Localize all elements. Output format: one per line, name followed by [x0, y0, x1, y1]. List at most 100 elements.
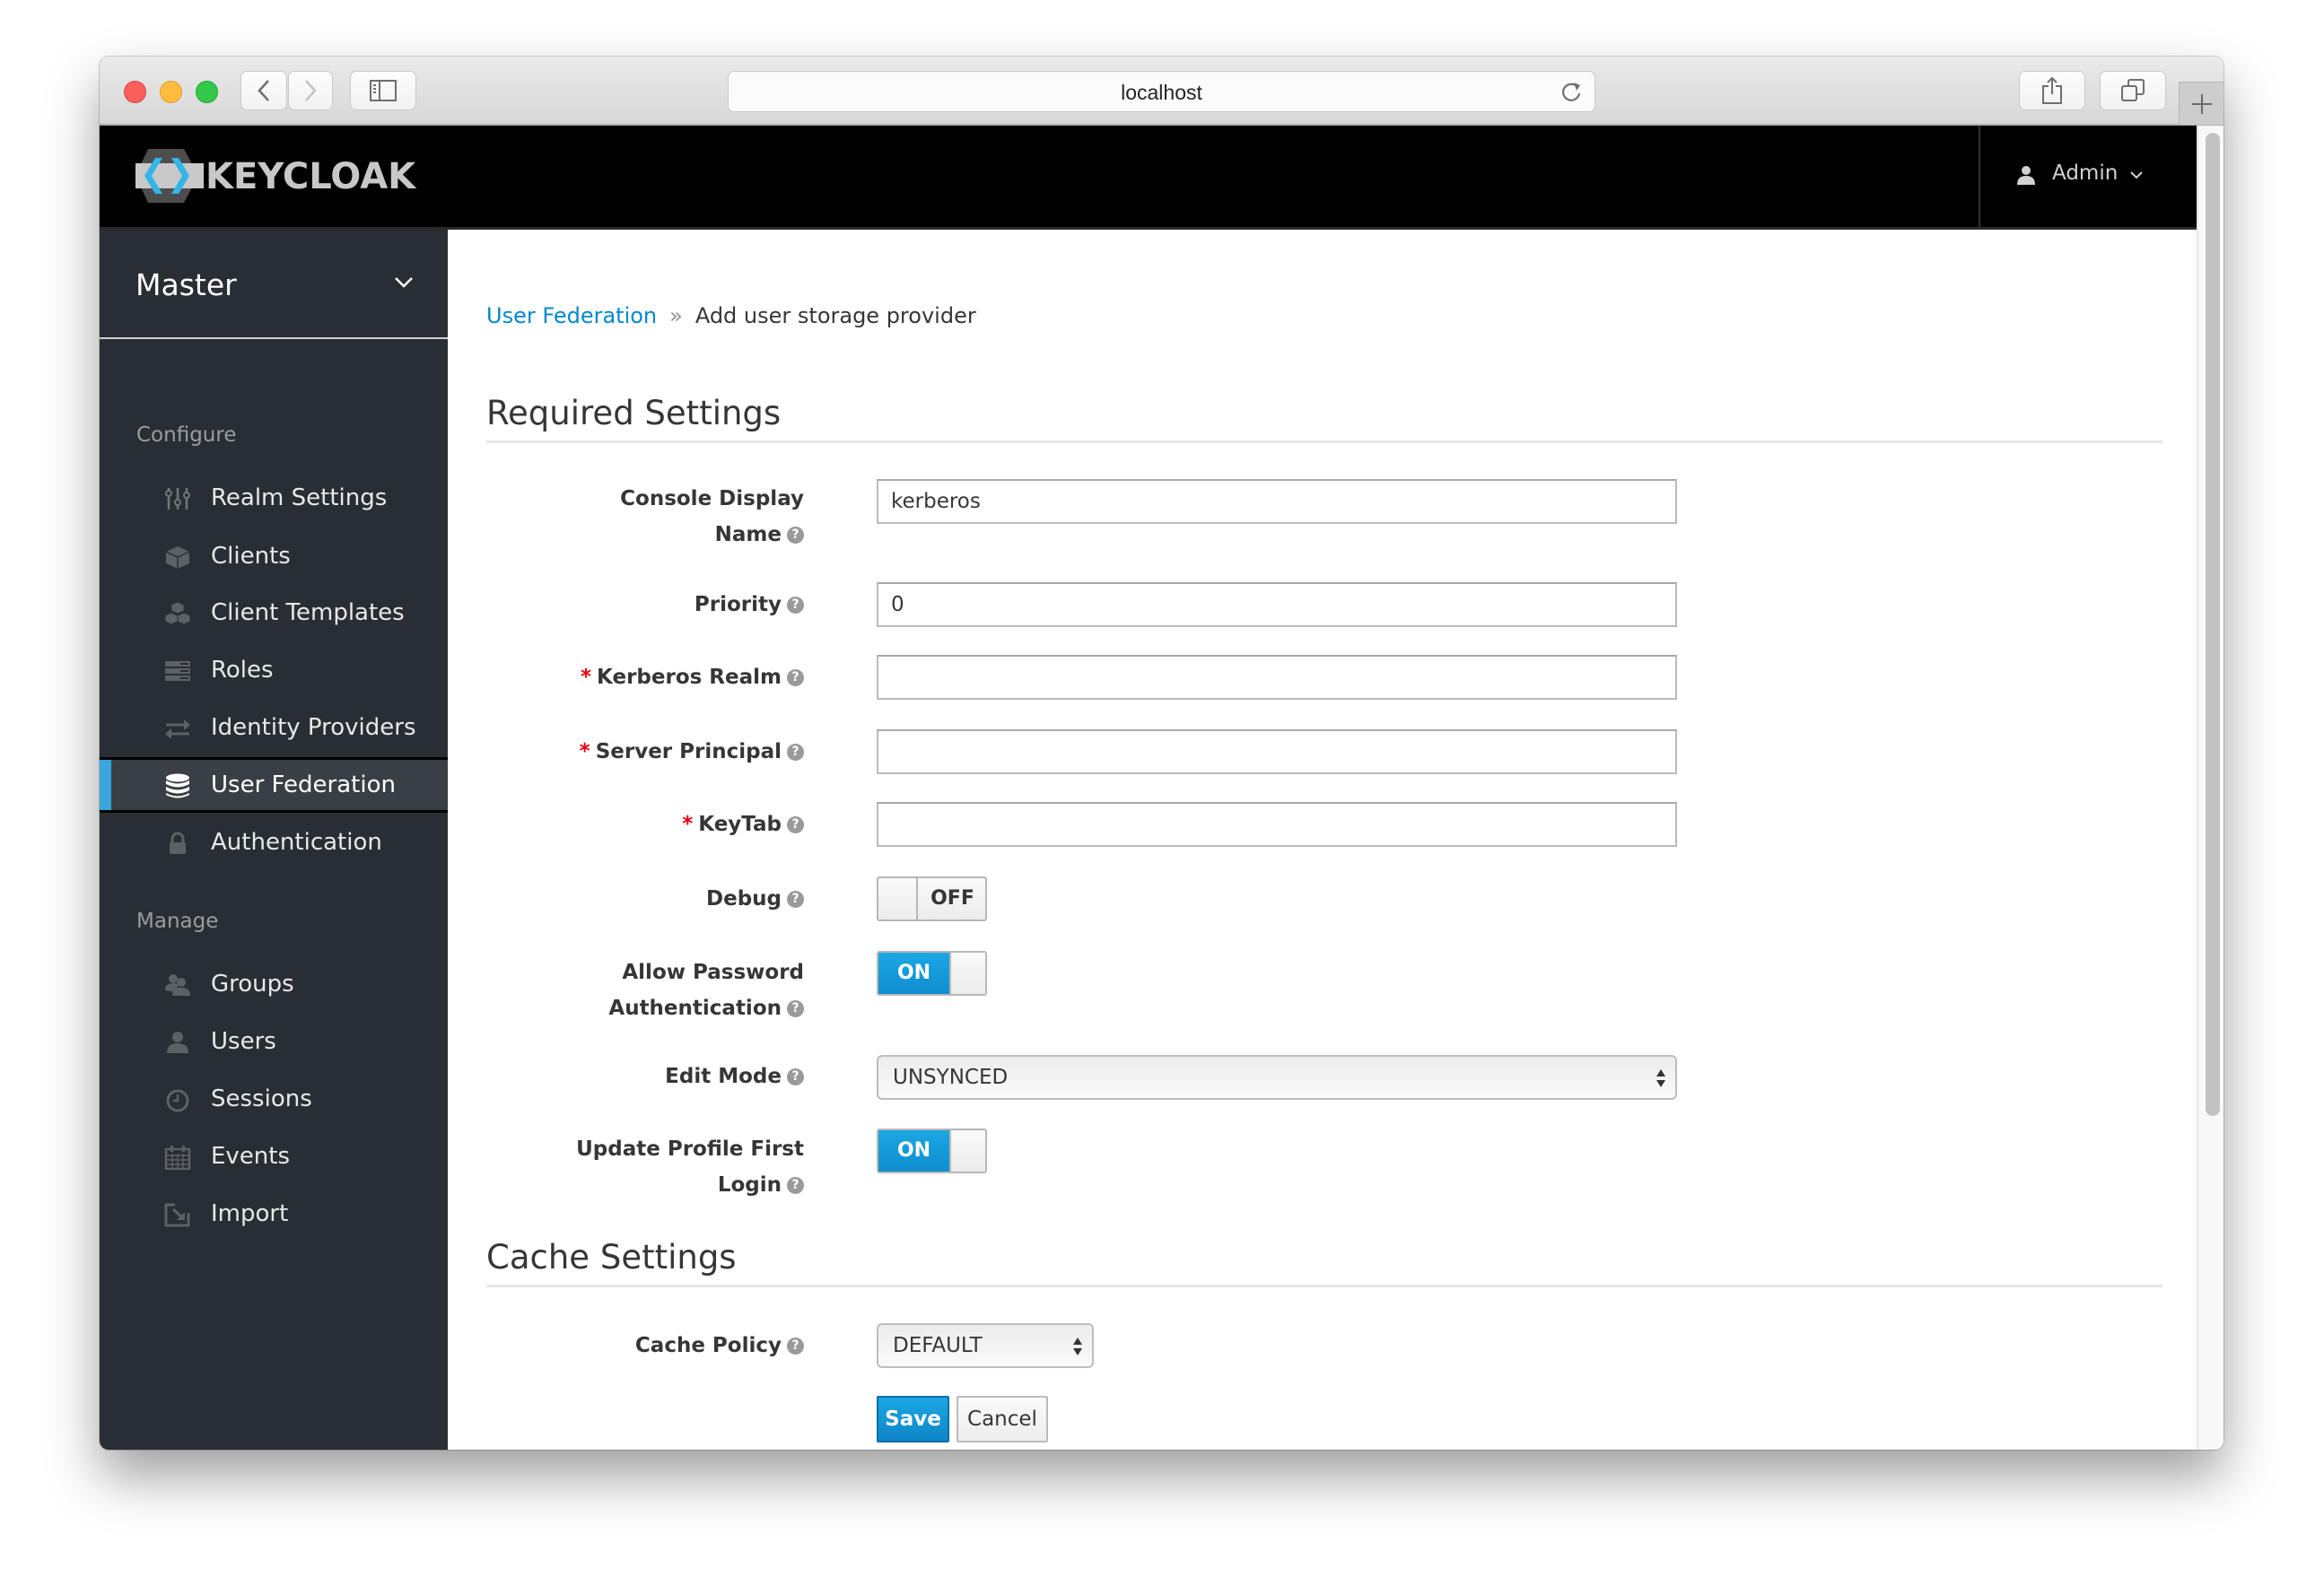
sidebar-item-label: Sessions — [211, 1085, 312, 1112]
sidebar-item-label: Users — [211, 1028, 276, 1055]
toggle-handle — [949, 953, 985, 994]
help-icon[interactable]: ? — [787, 816, 804, 833]
sidebar-item-users[interactable]: Users — [100, 1014, 448, 1069]
sidebar-item-realm-settings[interactable]: Realm Settings — [100, 470, 448, 526]
browser-window: localhost KEYCLOAK Admin Master Configur… — [100, 57, 2224, 1450]
sidebar-toggle-button[interactable] — [350, 71, 416, 110]
required-marker: * — [579, 740, 590, 763]
allow-password-auth-toggle[interactable]: ON — [877, 951, 987, 996]
back-icon — [258, 80, 269, 101]
sidebar-item-label: Events — [211, 1143, 291, 1170]
edit-mode-label: Edit Mode? — [448, 1059, 804, 1094]
chevron-down-icon — [2130, 171, 2143, 179]
scrollbar-thumb[interactable] — [2206, 133, 2220, 1116]
user-menu[interactable]: Admin — [1979, 126, 2198, 227]
kerberos-realm-label: * Kerberos Realm? — [448, 659, 804, 695]
new-tab-button[interactable] — [2179, 82, 2224, 125]
label-text: Debug — [706, 887, 782, 911]
address-bar[interactable]: localhost — [728, 71, 1595, 112]
sidebar-item-groups[interactable]: Groups — [100, 956, 448, 1012]
sidebar-item-clients[interactable]: Clients — [100, 528, 448, 584]
forward-button[interactable] — [288, 71, 333, 110]
keycloak-logo[interactable]: KEYCLOAK — [135, 149, 415, 203]
label-line: Login — [717, 1173, 782, 1197]
debug-toggle[interactable]: OFF — [877, 876, 987, 921]
help-icon[interactable]: ? — [787, 891, 804, 908]
sidebar: Master Configure Realm Settings Clients … — [100, 230, 448, 1450]
show-tabs-button[interactable] — [2100, 71, 2166, 110]
sidebar-item-label: Authentication — [211, 829, 382, 856]
sidebar-item-authentication[interactable]: Authentication — [100, 815, 448, 870]
label-line: Authentication — [608, 997, 782, 1020]
cancel-button[interactable]: Cancel — [957, 1396, 1048, 1442]
share-button[interactable] — [2019, 71, 2085, 110]
update-profile-first-login-toggle[interactable]: ON — [877, 1129, 987, 1173]
select-value: UNSYNCED — [893, 1066, 1009, 1089]
help-icon[interactable]: ? — [787, 527, 804, 544]
sidebar-item-label: Groups — [211, 971, 294, 998]
required-marker: * — [682, 813, 694, 836]
brand-name: KEYCLOAK — [205, 156, 416, 197]
sidebar-item-user-federation[interactable]: User Federation — [100, 757, 448, 813]
sidebar-item-import[interactable]: Import — [100, 1186, 448, 1242]
app-header: KEYCLOAK Admin — [100, 126, 2197, 230]
label-line: Update Profile First — [576, 1137, 804, 1161]
back-button[interactable] — [240, 71, 287, 110]
debug-label: Debug? — [448, 881, 804, 917]
label-line: Console Display — [620, 487, 804, 510]
cache-policy-select[interactable]: DEFAULT — [877, 1323, 1094, 1368]
share-icon — [2042, 76, 2062, 104]
sidebar-item-client-templates[interactable]: Client Templates — [100, 585, 448, 641]
breadcrumb-current: Add user storage provider — [695, 303, 976, 328]
select-arrows-icon — [1073, 1338, 1082, 1355]
edit-mode-select[interactable]: UNSYNCED — [877, 1055, 1677, 1100]
server-principal-input[interactable] — [877, 729, 1677, 774]
keytab-input[interactable] — [877, 802, 1677, 847]
chevron-down-icon — [395, 277, 413, 288]
help-icon[interactable]: ? — [787, 669, 804, 686]
breadcrumb-separator: » — [669, 303, 683, 328]
help-icon[interactable]: ? — [787, 597, 804, 614]
label-line: Name — [714, 523, 782, 546]
sidebar-item-sessions[interactable]: Sessions — [100, 1071, 448, 1127]
tabs-icon — [2121, 79, 2145, 101]
sidebar-icon — [370, 80, 397, 101]
help-icon[interactable]: ? — [787, 1068, 804, 1085]
breadcrumb: User Federation » Add user storage provide… — [486, 303, 976, 328]
console-display-name-input[interactable]: kerberos — [877, 479, 1677, 524]
sidebar-item-label: Client Templates — [211, 599, 405, 626]
import-icon — [164, 1203, 190, 1227]
help-icon[interactable]: ? — [787, 1338, 804, 1355]
section-divider — [486, 440, 2162, 443]
kerberos-realm-input[interactable] — [877, 655, 1677, 700]
main-content: User Federation » Add user storage provide… — [448, 230, 2197, 1450]
zoom-window-button[interactable] — [196, 81, 218, 103]
toggle-state: ON — [878, 953, 949, 994]
label-text: KeyTab — [698, 813, 782, 836]
exchange-icon — [165, 719, 190, 739]
required-marker: * — [581, 666, 592, 689]
new-tab-icon — [2192, 93, 2212, 114]
calendar-icon — [164, 1146, 191, 1170]
sidebar-item-roles[interactable]: Roles — [100, 642, 448, 698]
cache-settings-heading: Cache Settings — [486, 1238, 737, 1277]
server-principal-label: * Server Principal? — [448, 734, 804, 770]
sliders-icon — [165, 488, 190, 510]
label-text: Kerberos Realm — [597, 666, 782, 689]
help-icon[interactable]: ? — [787, 1000, 804, 1017]
page-scrollbar[interactable] — [2197, 126, 2224, 1450]
save-button[interactable]: Save — [877, 1396, 949, 1442]
help-icon[interactable]: ? — [787, 744, 804, 761]
help-icon[interactable]: ? — [787, 1177, 804, 1194]
sidebar-item-label: Roles — [211, 657, 274, 684]
sidebar-item-identity-providers[interactable]: Identity Providers — [100, 700, 448, 755]
user-icon — [167, 1032, 188, 1053]
breadcrumb-link-user-federation[interactable]: User Federation — [486, 303, 657, 328]
priority-input[interactable]: 0 — [877, 582, 1677, 627]
list-icon — [165, 661, 190, 681]
reload-icon[interactable] — [1559, 79, 1584, 104]
sidebar-item-events[interactable]: Events — [100, 1129, 448, 1184]
realm-selector[interactable]: Master — [100, 230, 448, 339]
close-window-button[interactable] — [124, 81, 146, 103]
minimize-window-button[interactable] — [160, 81, 182, 103]
